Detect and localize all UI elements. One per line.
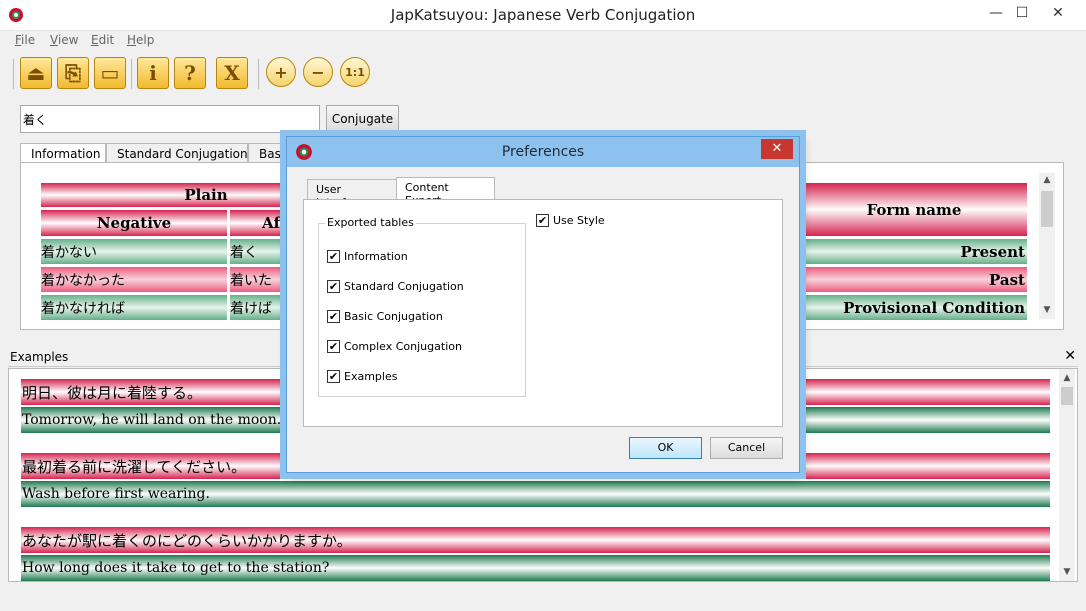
checkbox-icon[interactable]: ✔ [327,280,340,293]
checkbox-icon[interactable]: ✔ [536,214,549,227]
window-icon[interactable]: ▭ [94,57,126,89]
scroll-thumb[interactable] [1061,387,1073,405]
cancel-button[interactable]: Cancel [710,437,783,459]
checkbox-icon[interactable]: ✔ [327,310,340,323]
ok-button[interactable]: OK [629,437,702,459]
window-title: JapKatsuyou: Japanese Verb Conjugation [390,6,696,24]
checkbox-use-style[interactable]: ✔ Use Style [536,214,605,227]
zoom-out-icon[interactable]: − [303,57,333,87]
save-icon[interactable]: ⏏ [20,57,52,89]
row-header: Present [801,239,1027,264]
verb-input[interactable] [20,105,320,133]
exit-icon[interactable]: X [216,57,248,89]
zoom-reset-icon[interactable]: 1:1 [340,57,370,87]
zoom-in-icon[interactable]: + [266,57,296,87]
scroll-down-icon[interactable]: ▼ [1039,305,1055,315]
content-export-panel: Exported tables ✔ Information ✔ Standard C… [303,199,783,427]
checkbox-standard-conjugation[interactable]: ✔ Standard Conjugation [327,280,464,293]
table-scrollbar[interactable]: ▲ ▼ [1039,173,1055,319]
toolbar-separator [258,59,259,89]
paste-icon[interactable]: ⎘ [57,57,89,89]
example-japanese: あなたが駅に着くのにどのくらいかかりますか。 [21,527,1050,553]
toolbar: ⏏ ⎘ ▭ i ? X + − 1:1 [0,51,1086,93]
checkbox-information[interactable]: ✔ Information [327,250,408,263]
menu-file[interactable]: File [15,33,35,47]
close-icon[interactable]: ✕ [1064,348,1076,364]
example-english: Wash before first wearing. [21,481,1050,507]
group-label: Exported tables [325,216,416,229]
menu-view[interactable]: View [50,33,78,47]
table-cell: 着かない [41,239,227,264]
tab-content-export[interactable]: Content Export [396,177,495,207]
close-button[interactable]: ✕ [1036,0,1080,26]
checkbox-basic-conjugation[interactable]: ✔ Basic Conjugation [327,310,443,323]
conjugate-button[interactable]: Conjugate [326,105,399,133]
scroll-thumb[interactable] [1041,191,1053,227]
example-english: How long does it take to get to the stat… [21,555,1050,581]
tab-information[interactable]: Information [20,143,106,163]
checkbox-icon[interactable]: ✔ [327,370,340,383]
menu-edit[interactable]: Edit [91,33,114,47]
toolbar-separator [131,59,132,89]
menu-help[interactable]: Help [127,33,154,47]
header-form-name: Form name [801,183,1027,236]
table-cell: 着かなければ [41,295,227,320]
checkbox-complex-conjugation[interactable]: ✔ Complex Conjugation [327,340,462,353]
row-header: Past [801,267,1027,292]
scroll-down-icon[interactable]: ▼ [1059,567,1075,577]
examples-scrollbar[interactable]: ▲ ▼ [1059,369,1075,581]
examples-label: Examples [10,350,69,364]
table-cell: 着かなかった [41,267,227,292]
tab-standard-conjugation[interactable]: Standard Conjugation [106,143,248,163]
tab-user-interface[interactable]: User Interface [307,179,397,209]
dialog-title: Preferences [501,144,585,160]
dialog-close-button[interactable]: ✕ [761,139,793,159]
header-negative: Negative [41,210,227,236]
scroll-up-icon[interactable]: ▲ [1059,373,1075,383]
exported-tables-group: Exported tables ✔ Information ✔ Standard C… [318,216,526,397]
maximize-button[interactable]: ☐ [1006,0,1038,26]
preferences-dialog: Preferences ✕ User Interface Content Exp… [286,136,800,473]
scroll-up-icon[interactable]: ▲ [1039,175,1055,185]
title-bar: JapKatsuyou: Japanese Verb Conjugation —… [0,0,1086,31]
checkbox-icon[interactable]: ✔ [327,250,340,263]
row-header: Provisional Condition [801,295,1027,320]
checkbox-icon[interactable]: ✔ [327,340,340,353]
info-icon[interactable]: i [137,57,169,89]
checkbox-examples[interactable]: ✔ Examples [327,370,397,383]
help-icon[interactable]: ? [174,57,206,89]
dialog-title-bar: Preferences ✕ [287,137,799,167]
toolbar-separator [13,59,14,89]
menu-bar: File View Edit Help [0,31,1086,51]
